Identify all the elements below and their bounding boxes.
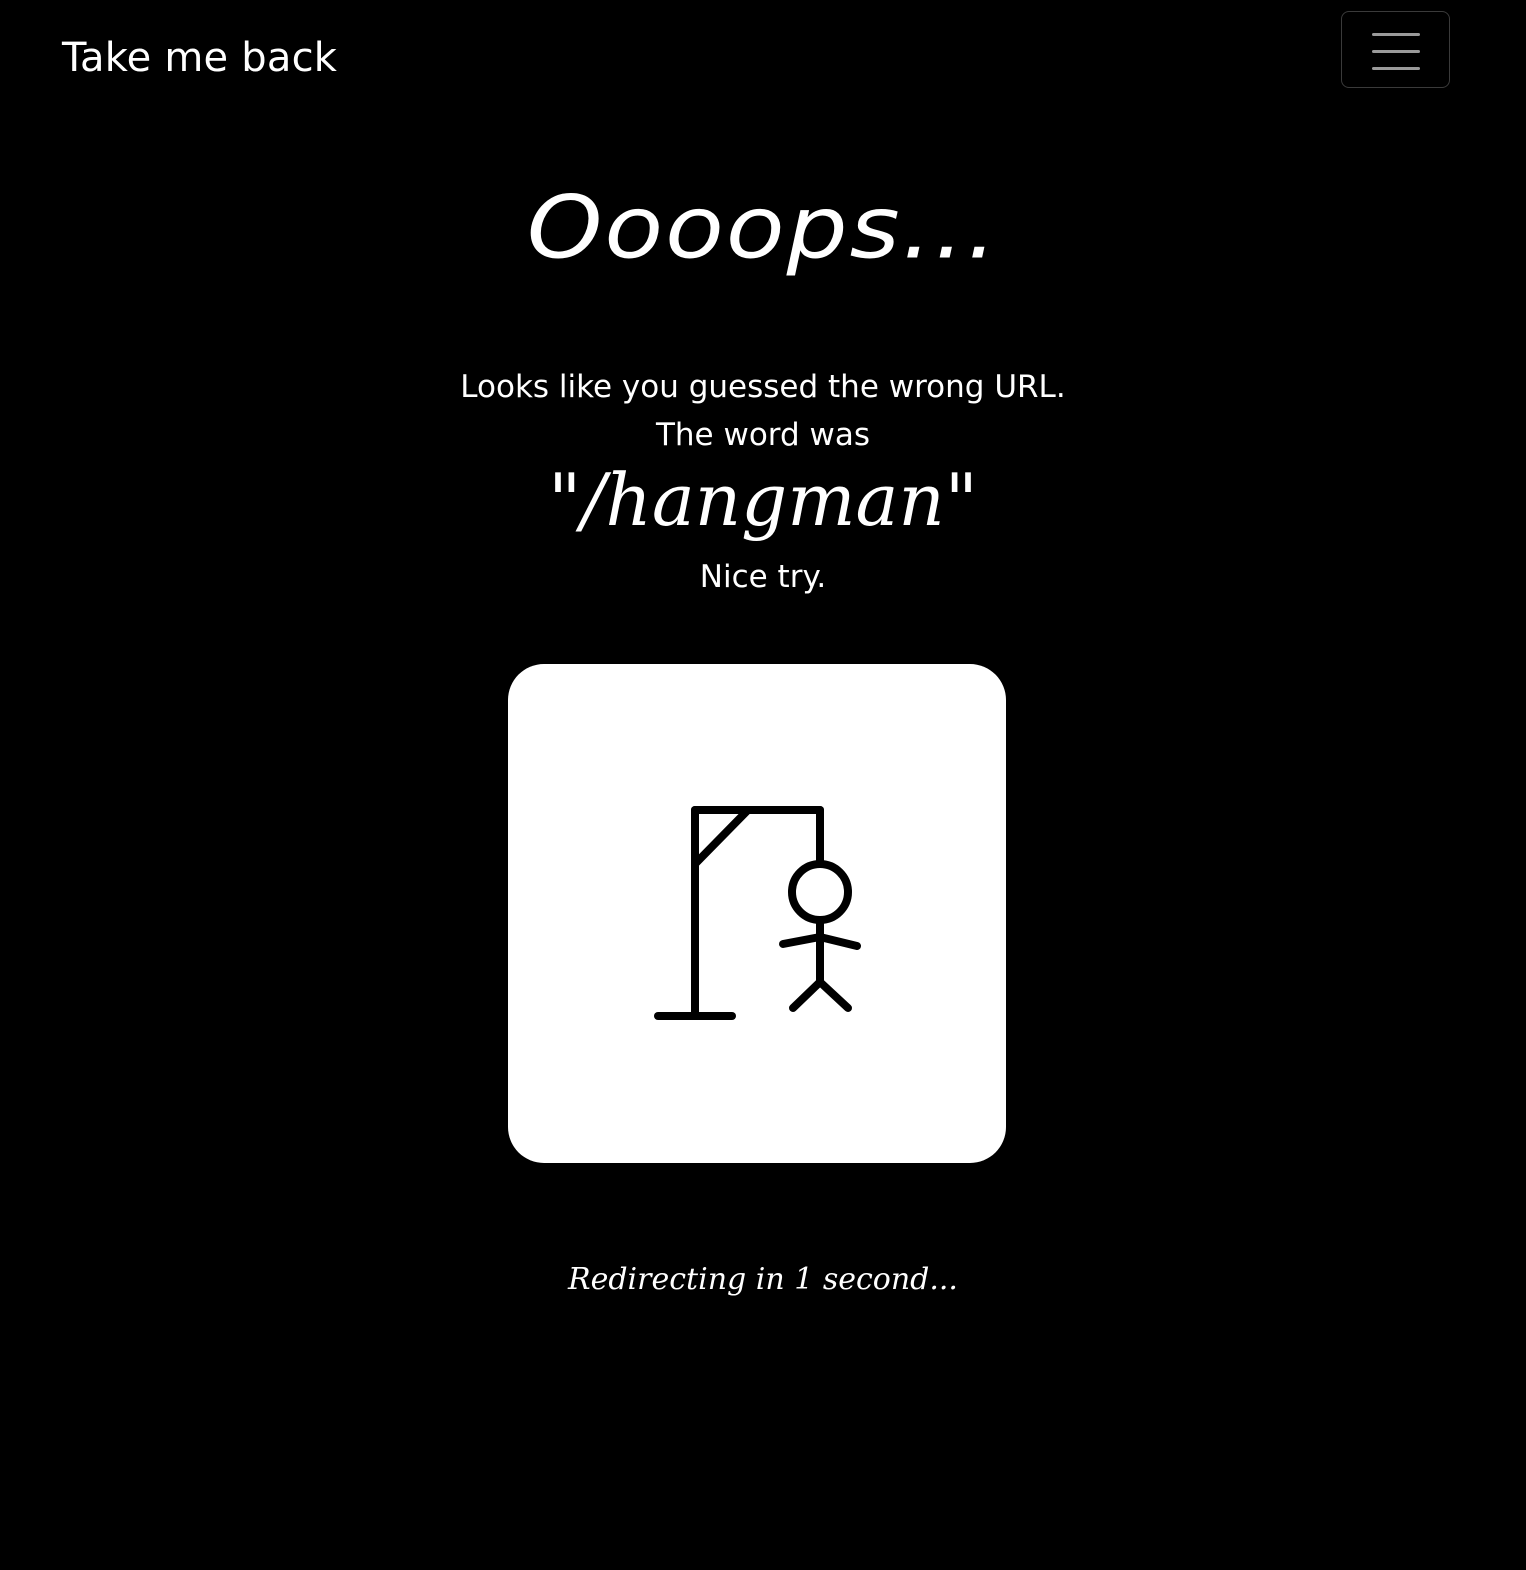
word-was-label: The word was bbox=[655, 417, 871, 453]
hangman-card bbox=[508, 664, 1006, 1163]
menu-toggle-button[interactable] bbox=[1341, 11, 1450, 88]
hangman-icon bbox=[654, 806, 861, 1020]
hamburger-menu-icon bbox=[1372, 32, 1420, 70]
redirect-countdown: Redirecting in 1 second... bbox=[568, 1262, 958, 1297]
nice-try-text: Nice try. bbox=[699, 559, 827, 595]
stickman-legs bbox=[789, 978, 852, 1012]
wrong-url-message: Looks like you guessed the wrong URL. bbox=[460, 369, 1066, 405]
stickman-head bbox=[788, 860, 852, 924]
take-me-back-link[interactable]: Take me back bbox=[62, 30, 337, 86]
navbar: Take me back bbox=[0, 0, 1526, 120]
gallows-brace bbox=[691, 806, 752, 868]
page-title: Oooops... bbox=[526, 177, 1000, 279]
hangman-word: "/hangman" bbox=[548, 458, 978, 542]
